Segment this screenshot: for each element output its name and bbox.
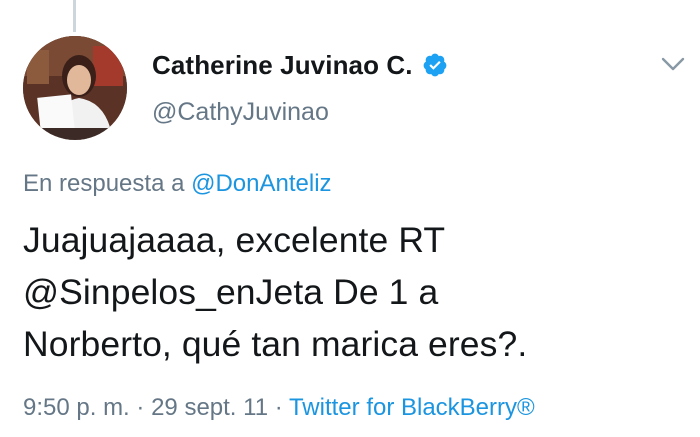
display-name-row: Catherine Juvinao C.	[152, 47, 448, 83]
avatar-image	[23, 36, 127, 140]
username-handle[interactable]: @CathyJuvinao	[152, 98, 329, 127]
meta-separator: ·	[274, 394, 283, 421]
reply-mention-link[interactable]: @DonAnteliz	[191, 170, 331, 197]
avatar[interactable]	[23, 36, 127, 140]
reply-context: En respuesta a @DonAnteliz	[23, 170, 332, 198]
tweet-source-link[interactable]: Twitter for BlackBerry®	[289, 394, 535, 421]
tweet-text-line: @Sinpelos_enJeta De 1 a	[23, 272, 439, 312]
tweet-metadata: 9:50 p. m. · 29 sept. 11 · Twitter for B…	[23, 394, 535, 422]
reply-prefix: En respuesta a	[23, 170, 185, 197]
tweet-time[interactable]: 9:50 p. m.	[23, 394, 130, 421]
meta-separator: ·	[136, 394, 145, 421]
tweet-text: Juajuajaaaa, excelente RT @Sinpelos_enJe…	[23, 214, 683, 370]
chevron-down-icon[interactable]	[660, 54, 686, 74]
tweet-date[interactable]: 29 sept. 11	[151, 394, 268, 421]
verified-badge-icon	[422, 52, 448, 78]
display-name[interactable]: Catherine Juvinao C.	[152, 50, 413, 81]
tweet-text-line: Norberto, qué tan marica eres?.	[23, 324, 528, 364]
thread-connector-line	[73, 0, 76, 32]
tweet-text-line: Juajuajaaaa, excelente RT	[23, 220, 446, 260]
